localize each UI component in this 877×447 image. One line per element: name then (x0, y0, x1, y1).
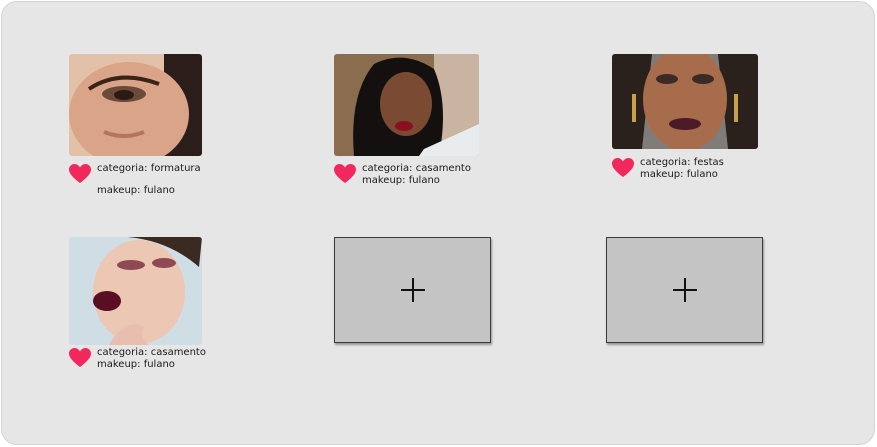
card-category: categoria: casamento (97, 347, 206, 358)
heart-icon[interactable] (69, 164, 91, 184)
heart-icon[interactable] (334, 164, 356, 184)
heart-icon[interactable] (69, 348, 91, 368)
makeup-photo[interactable] (69, 237, 202, 345)
card-category: categoria: festas (640, 157, 724, 168)
add-photo-button[interactable] (606, 237, 763, 343)
makeup-photo[interactable] (612, 54, 758, 149)
plus-icon (400, 278, 425, 302)
card-category: categoria: casamento (362, 163, 471, 174)
gallery-panel: categoria: formatura makeup: fulano cate… (1, 1, 875, 445)
add-photo-button[interactable] (334, 237, 491, 343)
card-makeup-artist: makeup: fulano (97, 359, 175, 370)
makeup-photo[interactable] (69, 54, 202, 156)
card-makeup-artist: makeup: fulano (97, 185, 175, 196)
heart-icon[interactable] (612, 158, 634, 178)
makeup-photo[interactable] (334, 54, 479, 156)
card-makeup-artist: makeup: fulano (362, 175, 440, 186)
card-makeup-artist: makeup: fulano (640, 169, 718, 180)
card-category: categoria: formatura (97, 163, 201, 174)
plus-icon (672, 278, 697, 302)
